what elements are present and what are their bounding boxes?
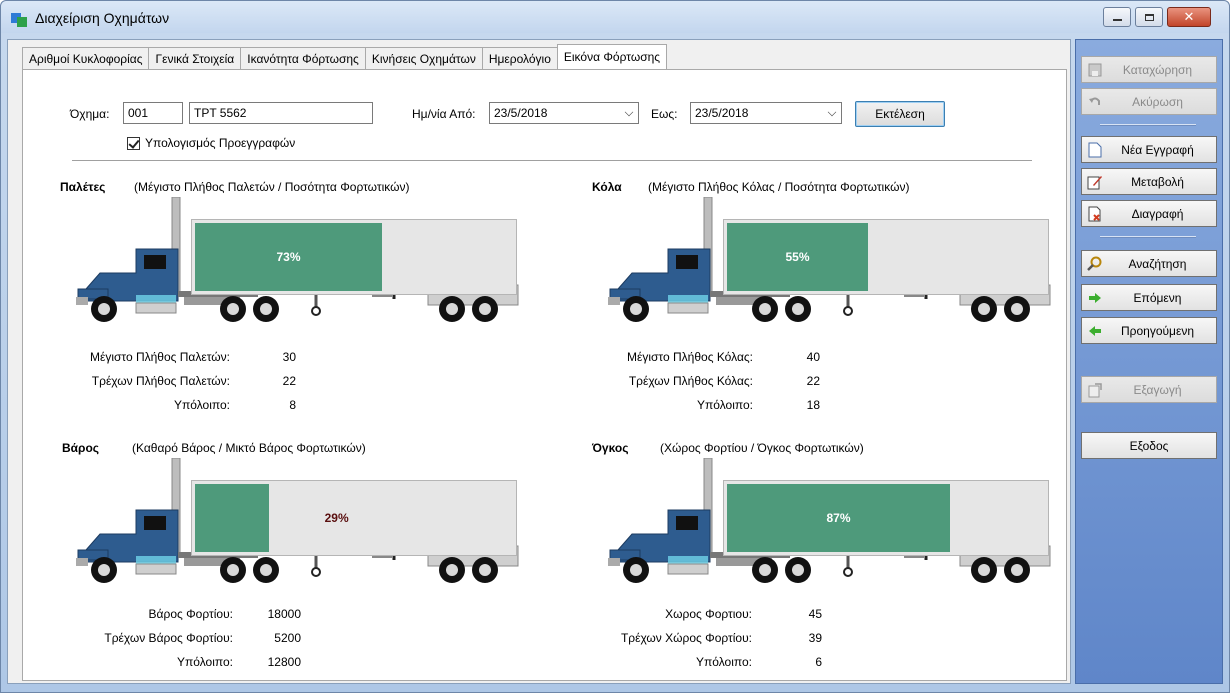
- panel-title: Κόλα: [592, 180, 622, 194]
- separator-line: [72, 160, 1032, 161]
- close-button[interactable]: ✕: [1167, 7, 1211, 27]
- maximize-icon: [1144, 13, 1154, 21]
- sidebar-divider: [1100, 124, 1196, 126]
- tab-vehicle-movements[interactable]: Κινήσεις Οχημάτων: [364, 47, 483, 69]
- delete-document-icon: [1087, 206, 1103, 222]
- new-record-button[interactable]: Νέα Εγγραφή: [1081, 136, 1217, 163]
- trailer-capacity-bar: 55%: [723, 219, 1049, 295]
- app-icon: [11, 13, 27, 27]
- stat-label: Τρέχων Βάρος Φορτίου:: [104, 631, 233, 645]
- stat-value: 5200: [274, 631, 301, 645]
- capacity-percent: 29%: [324, 511, 349, 525]
- date-from-label: Ημ/νία Από:: [412, 107, 476, 121]
- stat-label: Τρέχων Πλήθος Παλετών:: [91, 374, 230, 388]
- precalc-label: Υπολογισμός Προεγγραφών: [145, 136, 296, 150]
- delete-button[interactable]: Διαγραφή: [1081, 200, 1217, 227]
- stat-value: 39: [808, 631, 822, 645]
- stat-label: Τρέχων Πλήθος Κόλας:: [628, 374, 753, 388]
- export-icon: [1087, 382, 1103, 398]
- chevron-down-icon: [624, 107, 634, 117]
- tab-loading-capacity[interactable]: Ικανότητα Φόρτωσης: [240, 47, 366, 69]
- save-icon: [1087, 62, 1103, 78]
- stat-value: 22: [282, 374, 296, 388]
- truck-graphic: 29%: [66, 458, 526, 583]
- stat-label: Υπόλοιπο:: [173, 398, 230, 412]
- window-title: Διαχείριση Οχημάτων: [35, 10, 170, 26]
- undo-icon: [1087, 94, 1103, 110]
- stat-value: 18: [806, 398, 820, 412]
- tab-general-info[interactable]: Γενικά Στοιχεία: [148, 47, 242, 69]
- tab-calendar[interactable]: Ημερολόγιο: [481, 47, 558, 69]
- execute-button[interactable]: Εκτέλεση: [855, 101, 945, 127]
- capacity-fill: [195, 484, 269, 552]
- date-to-label: Εως:: [651, 107, 678, 121]
- panel-subtitle: (Καθαρό Βάρος / Μικτό Βάρος Φορτωτικών): [132, 441, 366, 455]
- maximize-button[interactable]: [1135, 7, 1163, 27]
- stat-label: Υπόλοιπο:: [695, 655, 752, 669]
- panel-subtitle: (Μέγιστο Πλήθος Κόλας / Ποσότητα Φορτωτι…: [648, 180, 910, 194]
- edit-pencil-icon: [1087, 174, 1103, 190]
- capacity-percent: 73%: [276, 250, 301, 264]
- stat-value: 22: [806, 374, 820, 388]
- panel-title: Παλέτες: [60, 180, 106, 194]
- stat-value: 30: [282, 350, 296, 364]
- date-from-value: 23/5/2018: [494, 106, 548, 120]
- date-from-picker[interactable]: 23/5/2018: [489, 102, 639, 124]
- stat-label: Τρέχων Χώρος Φορτίου:: [620, 631, 752, 645]
- panel-subtitle: (Χώρος Φορτίου / Όγκος Φορτωτικών): [660, 441, 864, 455]
- stat-value: 40: [806, 350, 820, 364]
- search-button[interactable]: Αναζήτηση: [1081, 250, 1217, 277]
- close-icon: ✕: [1183, 9, 1195, 24]
- stat-label: Βάρος Φορτίου:: [148, 607, 233, 621]
- precalc-checkbox[interactable]: [127, 137, 140, 150]
- stat-value: 12800: [267, 655, 301, 669]
- trailer-capacity-bar: 73%: [191, 219, 517, 295]
- tab-registration-numbers[interactable]: Αριθμοί Κυκλοφορίας: [22, 47, 150, 69]
- stat-label: Υπόλοιπο:: [696, 398, 753, 412]
- vehicle-plate-field[interactable]: ΤΡΤ 5562: [189, 102, 373, 124]
- truck-graphic: 55%: [598, 197, 1058, 322]
- capacity-percent: 87%: [826, 511, 851, 525]
- tab-loading-image[interactable]: Εικόνα Φόρτωσης: [556, 44, 668, 69]
- sidebar-divider: [1100, 236, 1196, 238]
- minimize-icon: [1112, 19, 1122, 21]
- truck-graphic: 73%: [66, 197, 526, 322]
- trailer-capacity-bar: 87%: [723, 480, 1049, 556]
- vehicle-code-field[interactable]: 001: [123, 102, 183, 124]
- tab-strip: Αριθμοί Κυκλοφορίας Γενικά Στοιχεία Ικαν…: [22, 44, 668, 69]
- capacity-percent: 55%: [785, 250, 810, 264]
- vehicle-label: Όχημα:: [70, 107, 110, 121]
- stat-label: Χωρος Φορτιου:: [665, 607, 752, 621]
- title-bar[interactable]: Διαχείριση Οχημάτων ✕: [1, 1, 1229, 33]
- stat-value: 45: [808, 607, 822, 621]
- panel-title: Όγκος: [592, 441, 629, 455]
- stat-value: 6: [815, 655, 822, 669]
- date-to-value: 23/5/2018: [695, 106, 749, 120]
- minimize-button[interactable]: [1103, 7, 1131, 27]
- panel-subtitle: (Μέγιστο Πλήθος Παλετών / Ποσότητα Φορτω…: [134, 180, 410, 194]
- export-button[interactable]: Εξαγωγή: [1081, 376, 1217, 403]
- stat-label: Υπόλοιπο:: [176, 655, 233, 669]
- edit-button[interactable]: Μεταβολή: [1081, 168, 1217, 195]
- search-icon: [1087, 256, 1103, 272]
- cancel-button[interactable]: Ακύρωση: [1081, 88, 1217, 115]
- stat-value: 18000: [267, 607, 301, 621]
- stat-label: Μέγιστο Πλήθος Κόλας:: [627, 350, 753, 364]
- arrow-right-icon: [1087, 290, 1103, 306]
- next-button[interactable]: Επόμενη: [1081, 284, 1217, 311]
- stat-value: 8: [289, 398, 296, 412]
- panel-title: Βάρος: [62, 441, 100, 455]
- truck-graphic: 87%: [598, 458, 1058, 583]
- previous-button[interactable]: Προηγούμενη: [1081, 317, 1217, 344]
- date-to-picker[interactable]: 23/5/2018: [690, 102, 842, 124]
- stat-label: Μέγιστο Πλήθος Παλετών:: [89, 350, 230, 364]
- save-button[interactable]: Καταχώρηση: [1081, 56, 1217, 83]
- new-document-icon: [1087, 142, 1103, 158]
- arrow-left-icon: [1087, 323, 1103, 339]
- exit-button[interactable]: Εξοδος: [1081, 432, 1217, 459]
- trailer-capacity-bar: 29%: [191, 480, 517, 556]
- chevron-down-icon: [827, 107, 837, 117]
